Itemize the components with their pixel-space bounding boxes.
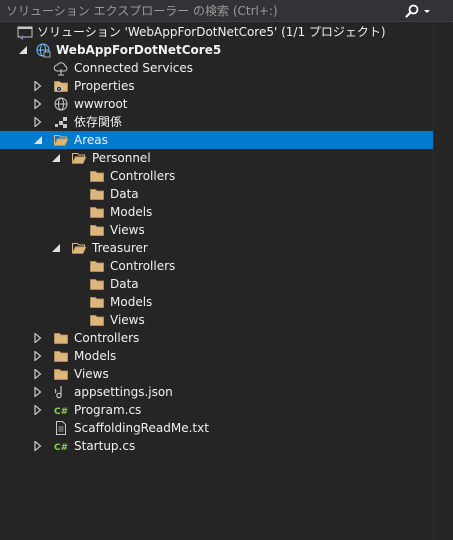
folder-icon — [54, 369, 68, 380]
tree-item-scaffolding-readme[interactable]: ScaffoldingReadMe.txt — [0, 419, 433, 437]
folder-icon — [90, 225, 104, 236]
tree-item-treasurer-views[interactable]: Views — [0, 311, 433, 329]
solution-explorer-panel: ソリューション 'WebAppForDotNetCore5' (1/1 プロジェ… — [0, 0, 453, 540]
collapsed-arrow-icon[interactable] — [33, 369, 43, 379]
text-file-icon — [56, 421, 66, 435]
tree-item-connected-services[interactable]: Connected Services — [0, 59, 433, 77]
csharp-file-icon: C# — [54, 443, 68, 453]
tree-item-models[interactable]: Models — [0, 347, 433, 365]
areas-label: Areas — [74, 133, 108, 147]
tree-item-program[interactable]: C# Program.cs — [0, 401, 433, 419]
tree-item-views[interactable]: Views — [0, 365, 433, 383]
tree-item-personnel-data[interactable]: Data — [0, 185, 433, 203]
search-options-dropdown-icon[interactable] — [422, 3, 432, 19]
tree-item-properties[interactable]: Properties — [0, 77, 433, 95]
tree-item-project[interactable]: WebAppForDotNetCore5 — [0, 41, 433, 59]
collapsed-arrow-icon[interactable] — [33, 351, 43, 361]
expanded-arrow-icon[interactable] — [18, 45, 28, 55]
folder-icon — [90, 171, 104, 182]
personnel-label: Personnel — [92, 151, 151, 165]
collapsed-arrow-icon[interactable] — [33, 99, 43, 109]
solution-tree: ソリューション 'WebAppForDotNetCore5' (1/1 プロジェ… — [0, 23, 433, 455]
folder-label: Data — [110, 187, 139, 201]
folder-label: Controllers — [110, 259, 176, 273]
folder-icon — [90, 315, 104, 326]
appsettings-label: appsettings.json — [74, 385, 173, 399]
solution-label: ソリューション 'WebAppForDotNetCore5' (1/1 プロジェ… — [37, 25, 386, 39]
tree-item-personnel-models[interactable]: Models — [0, 203, 433, 221]
models-label: Models — [74, 349, 117, 363]
folder-label: Models — [110, 295, 153, 309]
csharp-file-icon: C# — [54, 407, 68, 417]
properties-label: Properties — [74, 79, 135, 93]
tree-item-wwwroot[interactable]: wwwroot — [0, 95, 433, 113]
folder-label: Models — [110, 205, 153, 219]
folder-label: Data — [110, 277, 139, 291]
views-label: Views — [74, 367, 109, 381]
open-folder-icon — [72, 153, 87, 164]
tree-item-solution[interactable]: ソリューション 'WebAppForDotNetCore5' (1/1 プロジェ… — [0, 23, 433, 41]
collapsed-arrow-icon[interactable] — [33, 441, 43, 451]
folder-icon — [90, 261, 104, 272]
collapsed-arrow-icon[interactable] — [33, 405, 43, 415]
project-label: WebAppForDotNetCore5 — [56, 43, 222, 57]
collapsed-arrow-icon[interactable] — [33, 117, 43, 127]
program-label: Program.cs — [74, 403, 142, 417]
folder-label: Controllers — [110, 169, 176, 183]
open-folder-icon — [72, 243, 87, 254]
vertical-scrollbar[interactable] — [433, 23, 453, 540]
search-icon[interactable] — [404, 3, 420, 19]
collapsed-arrow-icon[interactable] — [33, 81, 43, 91]
open-folder-icon — [54, 135, 69, 146]
svg-text:C#: C# — [54, 443, 68, 453]
connected-services-label: Connected Services — [74, 61, 194, 75]
search-input[interactable] — [6, 0, 396, 22]
connected-services-icon — [53, 62, 68, 76]
tree-item-areas[interactable]: Areas — [0, 131, 433, 149]
dependencies-label: 依存関係 — [74, 115, 123, 129]
dependencies-icon — [55, 117, 67, 128]
solution-icon — [17, 26, 33, 40]
wwwroot-label: wwwroot — [74, 97, 128, 111]
controllers-label: Controllers — [74, 331, 140, 345]
tree-item-appsettings[interactable]: appsettings.json — [0, 383, 433, 401]
tree-item-treasurer-data[interactable]: Data — [0, 275, 433, 293]
tree-item-dependencies[interactable]: 依存関係 — [0, 113, 433, 131]
tree-item-treasurer-models[interactable]: Models — [0, 293, 433, 311]
folder-icon — [54, 333, 68, 344]
folder-icon — [90, 207, 104, 218]
web-project-icon — [36, 43, 51, 58]
scaffolding-readme-label: ScaffoldingReadMe.txt — [74, 421, 209, 435]
tree-item-treasurer-controllers[interactable]: Controllers — [0, 257, 433, 275]
folder-label: Views — [110, 223, 145, 237]
tree-item-personnel[interactable]: Personnel — [0, 149, 433, 167]
expanded-arrow-icon[interactable] — [33, 135, 43, 145]
folder-icon — [90, 297, 104, 308]
collapsed-arrow-icon[interactable] — [33, 333, 43, 343]
tree-item-startup[interactable]: C# Startup.cs — [0, 437, 433, 455]
search-bar — [0, 0, 453, 22]
tree-item-personnel-views[interactable]: Views — [0, 221, 433, 239]
properties-folder-icon — [54, 81, 68, 93]
svg-text:C#: C# — [54, 407, 68, 417]
treasurer-label: Treasurer — [92, 241, 148, 255]
folder-icon — [90, 279, 104, 290]
folder-icon — [90, 189, 104, 200]
expanded-arrow-icon[interactable] — [51, 243, 61, 253]
folder-label: Views — [110, 313, 145, 327]
tree-item-personnel-controllers[interactable]: Controllers — [0, 167, 433, 185]
expanded-arrow-icon[interactable] — [51, 153, 61, 163]
globe-icon — [54, 97, 68, 111]
tree-item-treasurer[interactable]: Treasurer — [0, 239, 433, 257]
folder-icon — [54, 351, 68, 362]
startup-label: Startup.cs — [74, 439, 136, 453]
collapsed-arrow-icon[interactable] — [33, 387, 43, 397]
tree-item-controllers[interactable]: Controllers — [0, 329, 433, 347]
json-file-icon — [54, 386, 62, 399]
